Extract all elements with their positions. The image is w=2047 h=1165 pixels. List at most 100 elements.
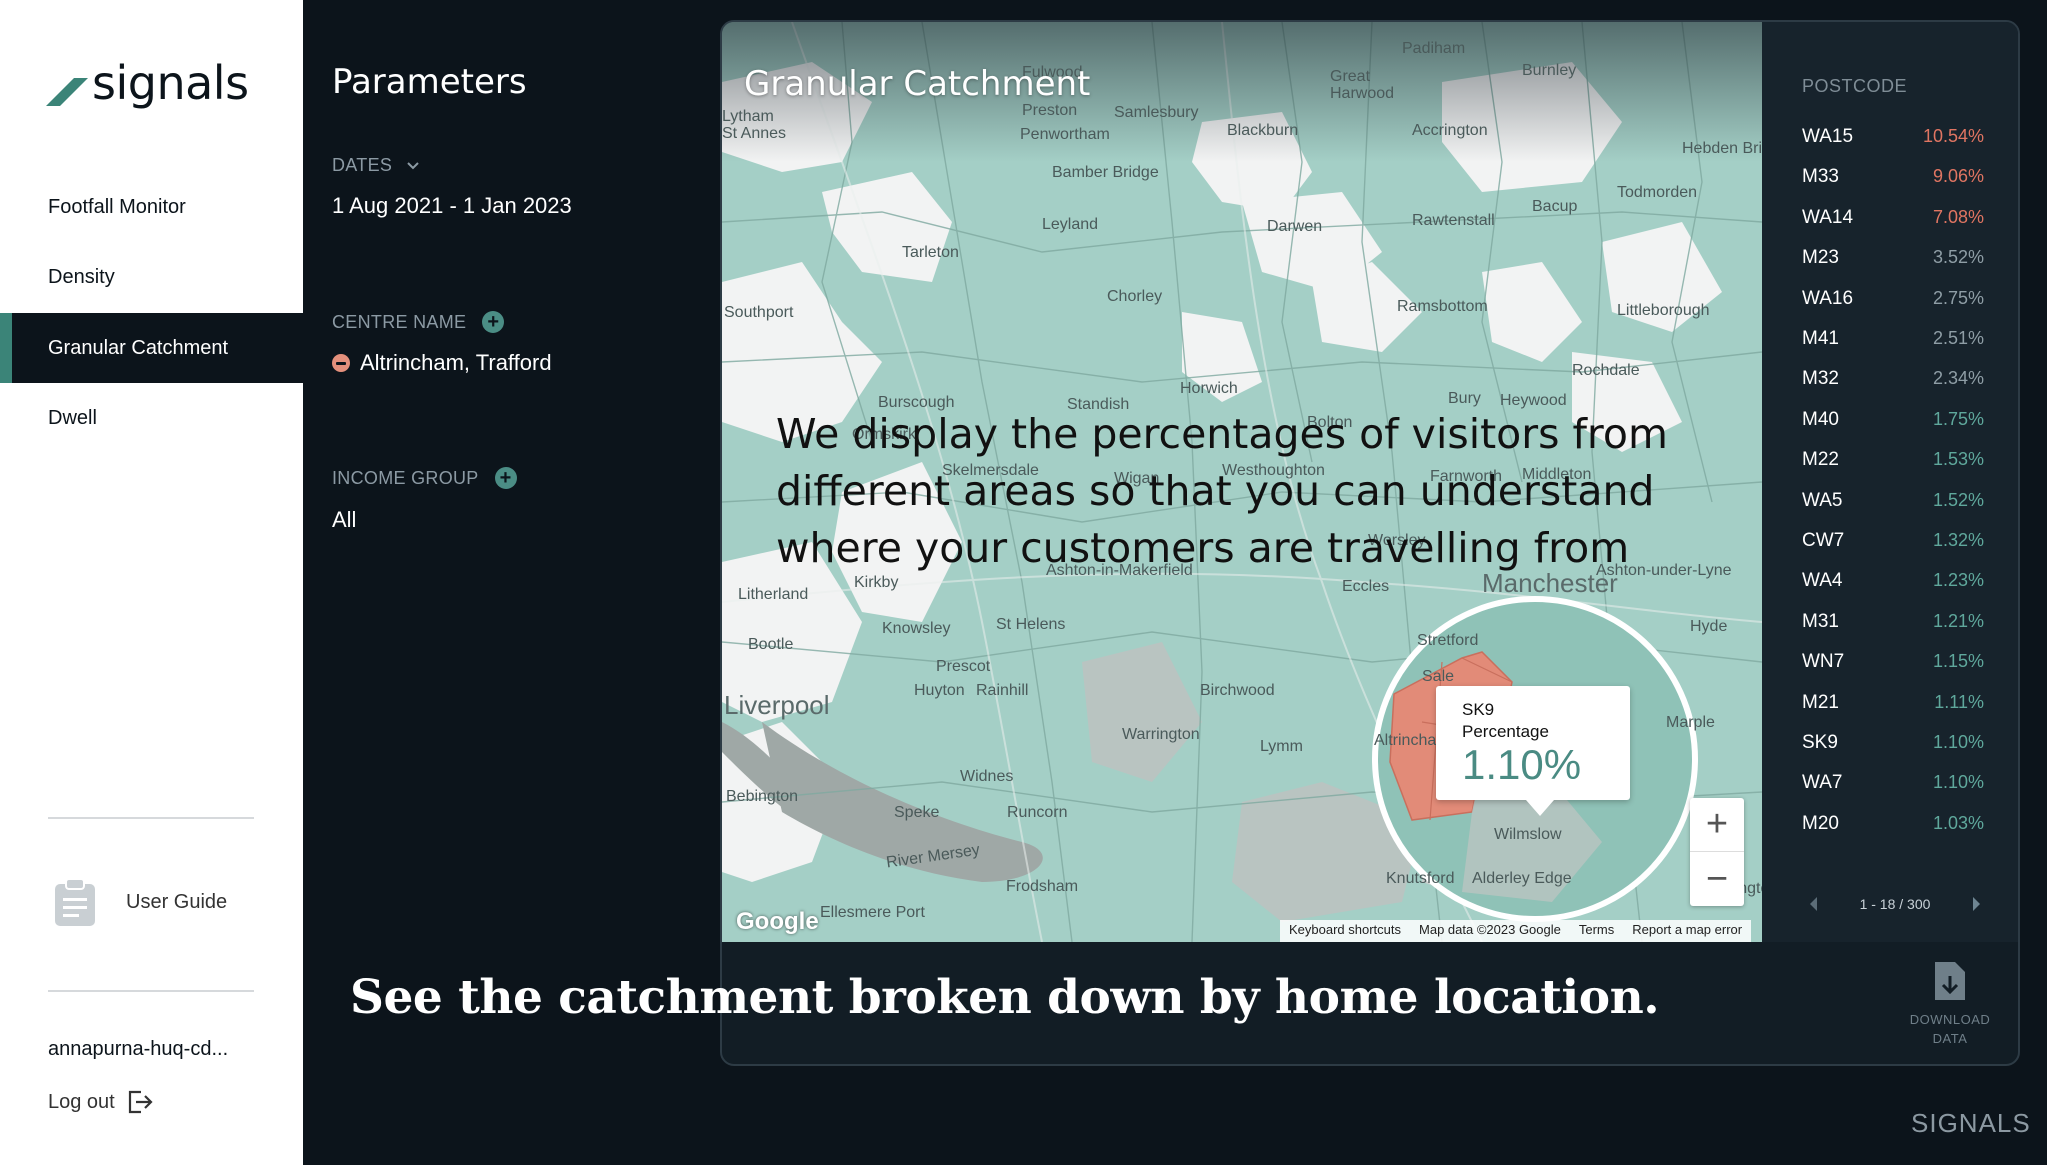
postcode-row[interactable]: M32 2.34% xyxy=(1802,368,1984,390)
postcode-code: WA16 xyxy=(1802,287,1854,309)
postcode-row[interactable]: M21 1.11% xyxy=(1802,692,1984,714)
postcode-row[interactable]: M33 9.06% xyxy=(1802,166,1984,188)
postcode-percentage: 1.03% xyxy=(1932,812,1984,833)
logo[interactable]: signals xyxy=(46,60,249,106)
centre-value: Altrincham, Trafford xyxy=(360,350,552,375)
map-place-label: Hyde xyxy=(1690,618,1728,635)
postcode-row[interactable]: M40 1.75% xyxy=(1802,409,1984,431)
centre-label-row: CENTRE NAME + xyxy=(332,311,505,333)
zoom-in-button[interactable]: + xyxy=(1690,798,1744,852)
postcode-row[interactable]: M41 2.51% xyxy=(1802,328,1984,350)
postcode-row[interactable]: WA16 2.75% xyxy=(1802,288,1984,310)
map-place-label: Knutsford xyxy=(1386,870,1455,887)
nav-density[interactable]: Density xyxy=(0,242,303,312)
logout-icon xyxy=(128,1090,153,1114)
postcode-code: WA14 xyxy=(1802,206,1854,228)
brand-mark: SIGNALS xyxy=(1911,1108,2031,1138)
postcode-row[interactable]: SK9 1.10% xyxy=(1802,732,1984,754)
map-place-label: Birchwood xyxy=(1200,682,1275,699)
postcode-percentage: 7.08% xyxy=(1932,206,1984,227)
map-overlay-text: We display the percentages of visitors f… xyxy=(776,410,1668,572)
postcode-code: WA4 xyxy=(1802,570,1843,592)
sidebar-divider xyxy=(48,817,254,819)
download-data-button[interactable]: DOWNLOAD DATA xyxy=(1900,960,2000,1048)
postcode-percentage: 1.23% xyxy=(1932,570,1984,591)
postcode-row[interactable]: M20 1.03% xyxy=(1802,813,1984,835)
map-place-label: Alderley Edge xyxy=(1472,870,1572,887)
dates-label-row[interactable]: DATES xyxy=(332,155,420,176)
postcode-row[interactable]: M23 3.52% xyxy=(1802,247,1984,269)
download-file-icon xyxy=(1935,962,1965,1000)
postcode-code: M20 xyxy=(1802,812,1839,834)
map-place-label: Rochdale xyxy=(1572,362,1640,379)
postcode-percentage: 1.11% xyxy=(1934,691,1984,712)
map-attribution: Keyboard shortcuts Map data ©2023 Google… xyxy=(1280,920,1752,942)
postcode-header: POSTCODE xyxy=(1802,76,1908,96)
postcode-tooltip: SK9 Percentage 1.10% xyxy=(1436,686,1630,816)
postcode-row[interactable]: WA7 1.10% xyxy=(1802,772,1984,794)
map-place-label: Bebington xyxy=(726,788,799,805)
terms-link[interactable]: Terms xyxy=(1570,920,1623,942)
postcode-code: WA5 xyxy=(1802,489,1843,511)
postcode-percentage: 10.54% xyxy=(1922,126,1984,146)
postcode-percentage: 1.52% xyxy=(1932,489,1984,510)
report-map-error-link[interactable]: Report a map error xyxy=(1623,920,1751,942)
map-place-label: Runcorn xyxy=(1007,804,1068,821)
map-place-label: Bacup xyxy=(1532,198,1578,215)
remove-centre-icon[interactable] xyxy=(332,354,350,372)
postcode-row[interactable]: WA4 1.23% xyxy=(1802,570,1984,592)
map-place-label: Penwortham xyxy=(1020,126,1110,143)
dates-value[interactable]: 1 Aug 2021 - 1 Jan 2023 xyxy=(332,193,572,219)
download-label-line1: DOWNLOAD xyxy=(1909,1012,1991,1027)
nav-granular-catchment[interactable]: Granular Catchment xyxy=(0,313,303,383)
logout-label: Log out xyxy=(48,1090,115,1113)
postcode-list: POSTCODE WA15 10.54% M33 9.06% WA14 7.08% M23 3… xyxy=(1762,22,2018,942)
postcode-code: M22 xyxy=(1802,449,1839,471)
postcode-row[interactable]: WA15 10.54% xyxy=(1802,126,1984,148)
next-page-icon[interactable] xyxy=(1972,897,1980,911)
user-guide-label: User Guide xyxy=(126,890,228,913)
add-centre-button[interactable]: + xyxy=(482,311,505,333)
income-value[interactable]: All xyxy=(332,507,356,533)
map-place-label: Bootle xyxy=(748,636,794,653)
postcode-row[interactable]: M31 1.21% xyxy=(1802,611,1984,633)
logout-button[interactable]: Log out xyxy=(48,1090,153,1114)
postcode-row[interactable]: WA14 7.08% xyxy=(1802,207,1984,229)
prev-page-icon[interactable] xyxy=(1810,897,1817,911)
postcode-code: WA15 xyxy=(1802,126,1854,147)
postcode-percentage: 1.53% xyxy=(1932,449,1984,470)
zoom-out-button[interactable]: − xyxy=(1690,852,1744,906)
postcode-row[interactable]: WN7 1.15% xyxy=(1802,651,1984,673)
nav-dwell[interactable]: Dwell xyxy=(0,383,303,453)
map-place-label: Warrington xyxy=(1122,726,1200,743)
add-income-group-button[interactable]: + xyxy=(494,467,517,489)
tooltip-percentage: 1.10% xyxy=(1462,741,1582,788)
map-place-label: Ellesmere Port xyxy=(820,904,925,921)
catchment-map[interactable]: Preston Blackburn Burnley Padiham Todmor… xyxy=(722,22,1762,942)
map-title: Granular Catchment xyxy=(744,64,1091,104)
map-data-link[interactable]: Map data ©2023 Google xyxy=(1410,920,1570,942)
caption: See the catchment broken down by home lo… xyxy=(350,970,1660,1025)
postcode-row[interactable]: CW7 1.32% xyxy=(1802,530,1984,552)
clipboard-icon xyxy=(55,878,95,926)
keyboard-shortcuts-link[interactable]: Keyboard shortcuts xyxy=(1280,920,1410,942)
income-label-row: INCOME GROUP + xyxy=(332,467,517,489)
map-place-label: Prescot xyxy=(936,658,991,675)
chevron-down-icon[interactable] xyxy=(406,161,420,171)
user-guide-link[interactable]: User Guide xyxy=(52,878,227,926)
dates-label: DATES xyxy=(332,155,393,175)
google-logo[interactable]: Google xyxy=(736,908,819,936)
postcode-percentage: 2.34% xyxy=(1932,368,1984,389)
postcode-row[interactable]: M22 1.53% xyxy=(1802,449,1984,471)
postcode-code: M32 xyxy=(1802,368,1839,390)
map-place-label: Marple xyxy=(1666,714,1715,731)
map-place-label: Samlesbury xyxy=(1114,104,1199,121)
map-place-label: Sale xyxy=(1422,668,1455,685)
map-place-label: Darwen xyxy=(1267,218,1323,235)
nav-footfall-monitor[interactable]: Footfall Monitor xyxy=(0,172,303,242)
map-place-label: Liverpool xyxy=(724,690,830,720)
pagination: 1 - 18 / 300 xyxy=(1810,896,1980,912)
map-place-label: Stretford xyxy=(1417,632,1479,649)
postcode-row[interactable]: WA5 1.52% xyxy=(1802,490,1984,512)
zoom-control: + − xyxy=(1690,798,1744,906)
